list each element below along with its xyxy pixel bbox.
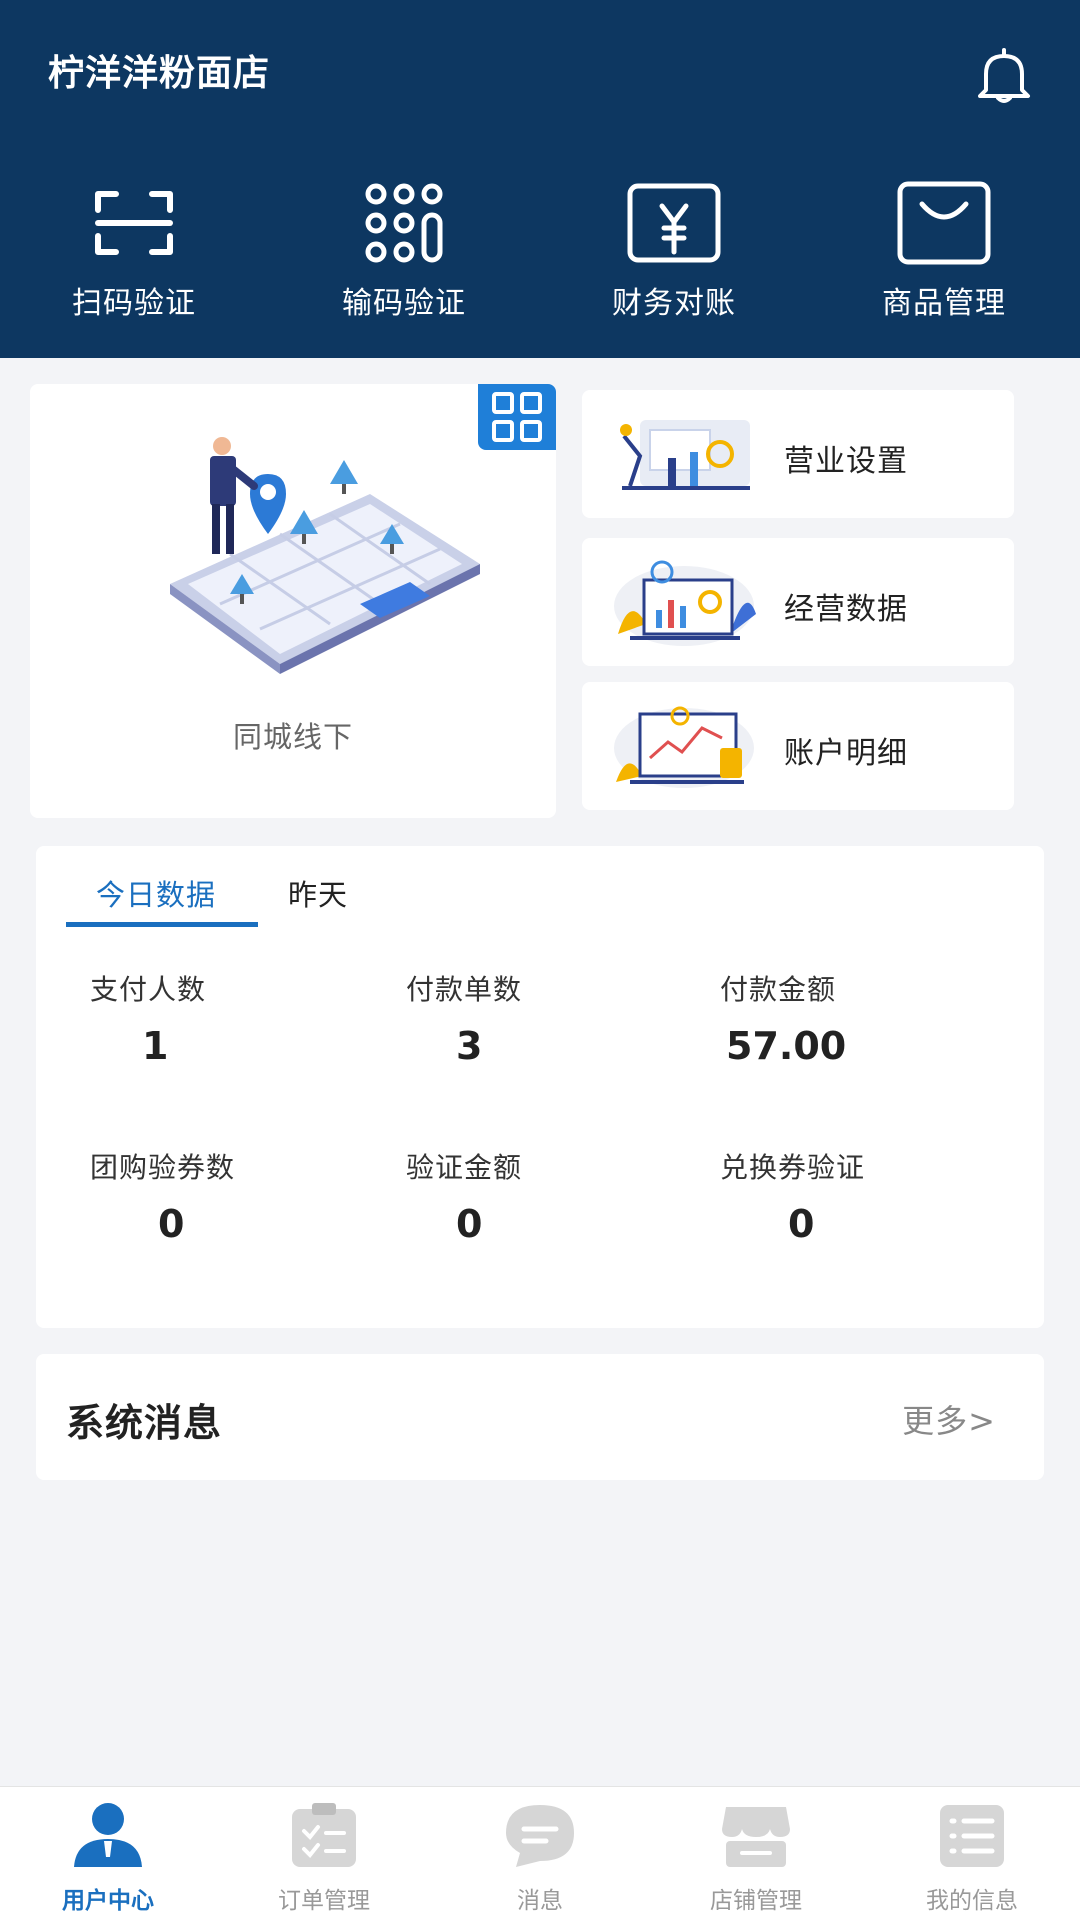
stat-exchange-coupons-label: 兑换券验证: [720, 1151, 866, 1184]
account-details-card[interactable]: 账户明细: [582, 682, 1014, 810]
system-messages-section: 系统消息 更多>: [36, 1354, 1044, 1480]
finance-reconcile-button[interactable]: 财务对账: [574, 180, 774, 330]
nav-user-center[interactable]: 用户中心: [0, 1801, 216, 1915]
stat-verified-amount-value: 0: [456, 1202, 483, 1246]
quick-actions: 扫码验证 输码验证 财务对账 商品管理: [0, 180, 1080, 330]
system-messages-title: 系统消息: [66, 1401, 223, 1445]
stat-orders-label: 付款单数: [406, 973, 523, 1006]
stat-orders-value: 3: [456, 1024, 483, 1068]
user-icon: [74, 1803, 142, 1867]
stat-payment-amount: 付款金额 57.00: [720, 968, 980, 1068]
nav-my-info[interactable]: 我的信息: [864, 1801, 1080, 1915]
stat-payers: 支付人数 1: [90, 968, 350, 1068]
business-data-label: 经营数据: [784, 592, 908, 627]
shopping-bag-icon: [897, 181, 991, 265]
product-manage-label: 商品管理: [882, 286, 1006, 321]
stat-payment-amount-label: 付款金额: [720, 973, 837, 1006]
stat-verified-amount: 验证金额 0: [406, 1146, 666, 1246]
scan-verify-label: 扫码验证: [72, 286, 196, 321]
stat-exchange-coupons: 兑换券验证 0: [720, 1146, 980, 1246]
tab-yesterday[interactable]: 昨天: [288, 872, 348, 914]
stats-panel: 今日数据 昨天 支付人数 1 付款单数 3 付款金额 57.00 团购验券数 0…: [36, 846, 1044, 1328]
store-icon: [722, 1807, 790, 1867]
code-verify-label: 输码验证: [342, 286, 466, 321]
store-name: 柠洋洋粉面店: [48, 53, 271, 94]
more-link[interactable]: 更多>: [902, 1396, 996, 1442]
list-icon: [940, 1805, 1004, 1867]
bottom-nav: 用户中心 订单管理 消息 店铺管理 我的信息: [0, 1786, 1080, 1920]
scan-verify-button[interactable]: 扫码验证: [34, 180, 234, 330]
business-settings-label: 营业设置: [784, 444, 908, 479]
stat-group-coupons-value: 0: [158, 1202, 185, 1246]
stat-verified-amount-label: 验证金额: [406, 1151, 523, 1184]
stat-group-coupons: 团购验券数 0: [90, 1146, 350, 1246]
nav-order-manage-label: 订单管理: [278, 1888, 370, 1914]
business-data-card[interactable]: 经营数据: [582, 538, 1014, 666]
keypad-icon: [365, 183, 443, 263]
stat-payment-amount-value: 57.00: [726, 1024, 847, 1068]
nav-messages-label: 消息: [517, 1888, 563, 1914]
chat-bubble-icon: [506, 1805, 574, 1867]
clipboard-icon: [292, 1803, 356, 1867]
stat-exchange-coupons-value: 0: [788, 1202, 815, 1246]
header-bar: 柠洋洋粉面店 扫码验证 输码验证 财务对账 商品管理: [0, 0, 1080, 358]
nav-order-manage[interactable]: 订单管理: [216, 1801, 432, 1915]
stat-group-coupons-label: 团购验券数: [90, 1151, 236, 1184]
tab-today-data[interactable]: 今日数据: [96, 872, 216, 914]
account-details-illustration: [614, 706, 754, 788]
bell-icon[interactable]: [972, 46, 1036, 106]
stat-payers-value: 1: [142, 1024, 169, 1068]
business-settings-illustration: [620, 420, 750, 490]
stat-payers-label: 支付人数: [90, 973, 207, 1006]
product-manage-button[interactable]: 商品管理: [844, 180, 1044, 330]
nav-store-manage[interactable]: 店铺管理: [648, 1801, 864, 1915]
nav-store-manage-label: 店铺管理: [710, 1888, 802, 1914]
active-tab-indicator: [66, 922, 258, 927]
business-settings-card[interactable]: 营业设置: [582, 390, 1014, 518]
stat-orders: 付款单数 3: [406, 968, 666, 1068]
business-data-illustration: [614, 560, 756, 646]
local-offline-card[interactable]: 同城线下: [30, 384, 556, 818]
code-verify-button[interactable]: 输码验证: [304, 180, 504, 330]
nav-messages[interactable]: 消息: [432, 1801, 648, 1915]
wallet-yen-icon: [627, 183, 721, 263]
local-offline-label: 同城线下: [232, 720, 353, 754]
nav-user-center-label: 用户中心: [62, 1888, 154, 1914]
account-details-label: 账户明细: [784, 736, 908, 771]
nav-my-info-label: 我的信息: [926, 1888, 1018, 1914]
finance-reconcile-label: 财务对账: [612, 286, 736, 321]
scan-icon: [95, 191, 173, 255]
city-map-illustration: [170, 437, 480, 674]
